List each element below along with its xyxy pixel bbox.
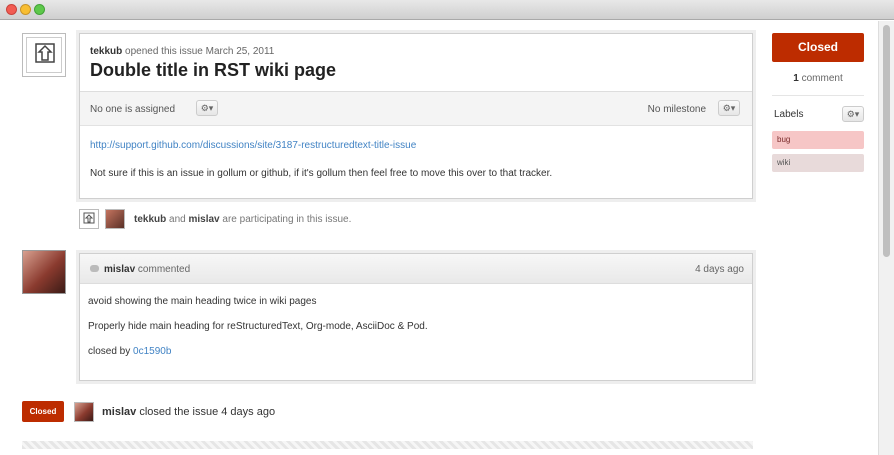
milestone-gear-button[interactable]: ⚙▾	[718, 100, 740, 116]
participants-suffix: are participating in this issue.	[222, 214, 352, 225]
sidebar-divider	[772, 95, 864, 96]
participants-text: tekkub and mislav are participating in t…	[134, 214, 351, 225]
comment-line-2: Properly hide main heading for reStructu…	[88, 321, 428, 332]
vertical-scrollbar[interactable]	[878, 21, 894, 455]
issue-body: http://support.github.com/discussions/si…	[80, 126, 752, 193]
comment-count: 1 comment	[772, 73, 864, 84]
labels-heading: Labels	[774, 109, 804, 120]
timeline-divider	[22, 441, 753, 449]
label-wiki[interactable]: wiki	[772, 154, 864, 172]
participant-avatar-tekkub[interactable]	[79, 209, 99, 229]
window-titlebar	[0, 0, 894, 20]
push-arrow-icon	[35, 43, 55, 63]
closed-by-text: closed by	[88, 346, 131, 357]
issue-assignment-bar: No one is assigned ⚙▾ No milestone ⚙▾	[80, 92, 752, 126]
participant-avatar-mislav[interactable]	[105, 209, 125, 229]
comment-author-line: mislav commented	[104, 264, 190, 275]
push-icon	[26, 37, 62, 73]
comment-action: commented	[137, 264, 191, 275]
close-window-button[interactable]	[6, 4, 17, 15]
comment-count-word: comment	[801, 73, 843, 84]
closed-event-text: mislav closed the issue 4 days ago	[102, 406, 275, 418]
milestone-text: No milestone	[647, 104, 706, 115]
event-action: closed the issue 4 days ago	[139, 406, 276, 418]
scrollbar-thumb[interactable]	[883, 25, 890, 257]
label-bug[interactable]: bug	[772, 131, 864, 149]
issue-author-link[interactable]: tekkub	[90, 46, 122, 57]
participant-link-2[interactable]: mislav	[188, 214, 219, 225]
issue-meta-text: opened this issue March 25, 2011	[125, 46, 275, 57]
comment-author-link[interactable]: mislav	[104, 264, 135, 275]
issue-meta: tekkub opened this issue March 25, 2011	[90, 46, 742, 57]
closed-event-badge: Closed	[22, 401, 64, 422]
comment-header: mislav commented 4 days ago	[80, 254, 752, 284]
speech-bubble-icon	[90, 265, 99, 272]
minimize-window-button[interactable]	[20, 4, 31, 15]
issue-state-button[interactable]: Closed	[772, 33, 864, 62]
zoom-window-button[interactable]	[34, 4, 45, 15]
comment-body: avoid showing the main heading twice in …	[80, 284, 752, 383]
comment-line-1: avoid showing the main heading twice in …	[88, 296, 317, 307]
event-user-avatar[interactable]	[74, 402, 94, 422]
push-icon	[83, 212, 95, 224]
labels-gear-button[interactable]: ⚙▾	[842, 106, 864, 122]
comment-count-number: 1	[793, 73, 799, 84]
assignee-gear-button[interactable]: ⚙▾	[196, 100, 218, 116]
issue-author-avatar[interactable]	[22, 33, 66, 77]
participants-and: and	[169, 214, 186, 225]
issue-body-link[interactable]: http://support.github.com/discussions/si…	[90, 140, 742, 151]
comment-closed-by: closed by 0c1590b	[88, 346, 744, 357]
comment-timestamp[interactable]: 4 days ago	[695, 264, 744, 275]
issue-box: tekkub opened this issue March 25, 2011 …	[79, 33, 753, 199]
issue-title: Double title in RST wiki page	[90, 60, 337, 80]
commit-link[interactable]: 0c1590b	[133, 346, 171, 357]
comment-author-avatar[interactable]	[22, 250, 66, 294]
assignee-text: No one is assigned	[90, 104, 176, 115]
participant-link-1[interactable]: tekkub	[134, 214, 166, 225]
comment-box: mislav commented 4 days ago avoid showin…	[79, 253, 753, 381]
issue-body-text: Not sure if this is an issue in gollum o…	[90, 168, 553, 179]
issue-header: tekkub opened this issue March 25, 2011 …	[80, 34, 752, 92]
event-user-link[interactable]: mislav	[102, 406, 136, 418]
